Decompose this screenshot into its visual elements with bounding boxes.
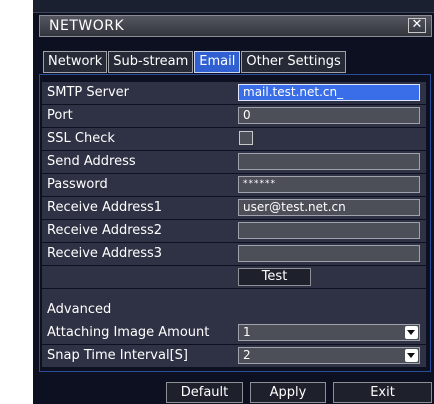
smtp-server-input[interactable]: mail.test.net.cn_ [238,84,420,101]
receive-address3-label: Receive Address3 [47,246,163,261]
advanced-label: Advanced [47,302,112,317]
receive-address1-row: Receive Address1 user@test.net.cn [42,197,426,220]
snap-time-interval-value: 2 [243,348,251,362]
attaching-image-amount-select[interactable]: 1 [238,324,420,341]
ssl-check-cell [236,128,424,150]
receive-address1-cell: user@test.net.cn [236,197,424,219]
advanced-row: Advanced [42,289,426,322]
exit-button[interactable]: Exit [333,382,432,403]
title-bar: NETWORK ✕ [39,15,432,37]
port-input[interactable]: 0 [238,107,420,124]
smtp-server-cell: mail.test.net.cn_ [236,82,424,104]
tab-other-settings[interactable]: Other Settings [241,51,346,73]
receive-address2-cell [236,220,424,242]
password-cell: ****** [236,174,424,196]
password-row: Password ****** [42,174,426,197]
receive-address3-cell [236,243,424,265]
chevron-down-icon[interactable] [405,326,418,339]
ssl-check-label: SSL Check [47,131,115,146]
test-row-label [42,266,234,288]
attaching-image-amount-cell: 1 [236,322,424,344]
apply-button[interactable]: Apply [250,382,326,403]
snap-time-interval-select[interactable]: 2 [238,347,420,364]
attaching-image-amount-value: 1 [243,325,251,339]
dialog-title: NETWORK [49,18,125,34]
ssl-check-row: SSL Check [42,128,426,151]
tab-sub-stream[interactable]: Sub-stream [108,51,194,73]
send-address-label: Send Address [47,154,136,169]
tab-email[interactable]: Email [194,51,241,73]
chevron-down-icon[interactable] [405,349,418,362]
attaching-image-amount-label: Attaching Image Amount [47,325,210,340]
send-address-cell [236,151,424,173]
tab-bar: Network Sub-stream Email Other Settings [43,51,347,73]
send-address-row: Send Address [42,151,426,174]
smtp-server-row: SMTP Server mail.test.net.cn_ [42,82,426,105]
receive-address2-input[interactable] [238,222,420,239]
test-row: Test [42,266,426,289]
port-row: Port 0 [42,105,426,128]
receive-address3-input[interactable] [238,245,420,262]
tab-network[interactable]: Network [43,51,108,73]
port-cell: 0 [236,105,424,127]
password-input[interactable]: ****** [238,176,420,193]
receive-address2-row: Receive Address2 [42,220,426,243]
attaching-image-amount-row: Attaching Image Amount 1 [42,322,426,345]
snap-time-interval-row: Snap Time Interval[S] 2 [42,345,426,368]
ssl-check-checkbox[interactable] [239,131,253,145]
receive-address1-label: Receive Address1 [47,200,163,215]
snap-time-interval-label: Snap Time Interval[S] [47,348,188,363]
default-button[interactable]: Default [166,382,243,403]
dialog-top-strip [33,0,434,13]
send-address-input[interactable] [238,153,420,170]
receive-address1-input[interactable]: user@test.net.cn [238,199,420,216]
close-icon[interactable]: ✕ [408,18,426,33]
test-cell: Test [236,266,424,288]
password-label: Password [47,177,108,192]
receive-address2-label: Receive Address2 [47,223,163,238]
network-dialog: NETWORK ✕ Network Sub-stream Email Other… [33,0,434,404]
receive-address3-row: Receive Address3 [42,243,426,266]
port-label: Port [47,108,73,123]
smtp-server-label: SMTP Server [47,85,130,100]
snap-time-interval-cell: 2 [236,345,424,367]
test-button[interactable]: Test [238,268,311,286]
